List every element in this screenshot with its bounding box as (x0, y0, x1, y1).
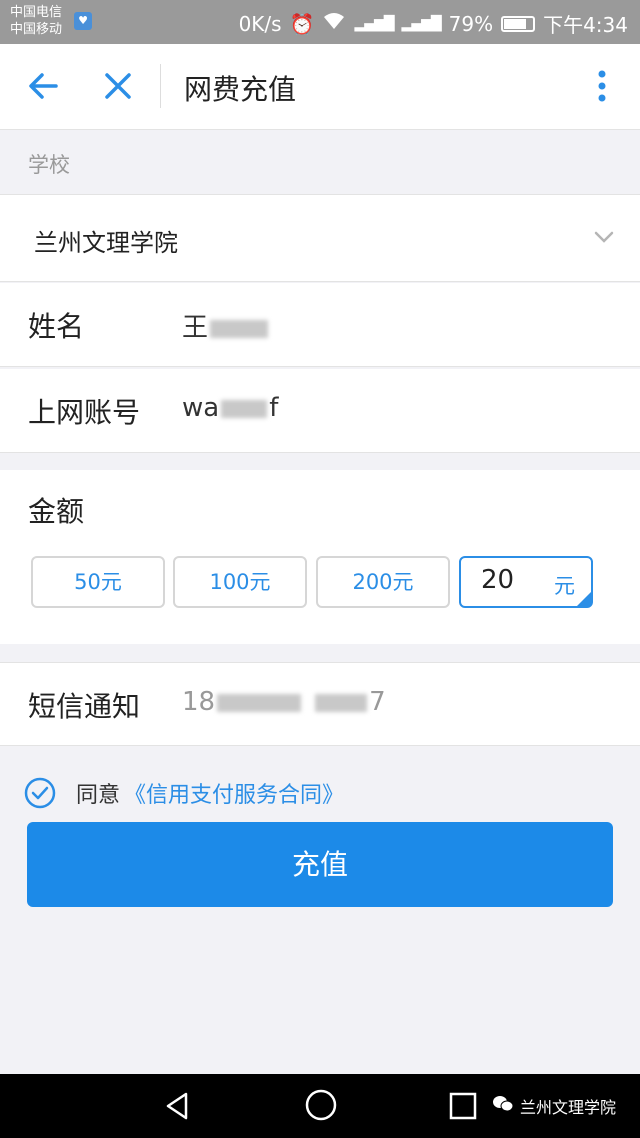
account-row: 上网账号 wa f (0, 369, 640, 453)
agreement-row: 同意 《信用支付服务合同》 (24, 776, 344, 810)
amount-option-50[interactable]: 50元 (31, 556, 165, 608)
chevron-down-icon (592, 225, 616, 249)
signal-icon-2: ▂▄▆█ (401, 15, 442, 32)
amount-label: 金额 (28, 495, 85, 528)
network-speed: 0K/s (238, 11, 282, 36)
name-label: 姓名 (28, 310, 85, 343)
status-right: 0K/s ⏰ ▂▄▆█ ▂▄▆█ 79% 下午4:34 (239, 9, 628, 38)
recharge-button[interactable]: 充值 (27, 822, 613, 907)
amount-card: 金额 50元 100元 200元 元 (0, 470, 640, 644)
sms-suffix: 7 (369, 687, 386, 717)
watermark-text: 兰州文理学院 (520, 1098, 617, 1117)
agreement-text: 同意 (76, 783, 121, 808)
notification-icon: ♥ (74, 12, 92, 30)
page-title: 网费充值 (184, 73, 297, 106)
amount-option-200[interactable]: 200元 (316, 556, 450, 608)
wifi-icon (322, 11, 346, 36)
account-suffix: f (269, 393, 279, 423)
sms-row: 短信通知 18 7 (0, 662, 640, 746)
name-value[interactable]: 王 (182, 307, 270, 344)
wechat-icon (492, 1094, 514, 1118)
nav-back-icon[interactable] (162, 1090, 194, 1122)
signal-icon-1: ▂▄▆█ (354, 15, 394, 32)
sms-value[interactable]: 18 7 (182, 687, 386, 717)
nav-home-icon[interactable] (304, 1088, 338, 1122)
selected-corner-mark (577, 592, 591, 606)
redacted-mask (210, 319, 269, 338)
account-label: 上网账号 (28, 396, 141, 429)
clock: 下午4:34 (543, 13, 628, 37)
alarm-icon: ⏰ (289, 11, 315, 36)
name-row: 姓名 王 (0, 283, 640, 367)
custom-amount-input[interactable] (481, 565, 541, 595)
account-value[interactable]: wa f (182, 393, 278, 423)
nav-recent-icon[interactable] (448, 1091, 478, 1121)
amount-option-100[interactable]: 100元 (173, 556, 307, 608)
school-select[interactable]: 兰州文理学院 (0, 194, 640, 282)
redacted-mask (315, 693, 368, 712)
more-options-icon[interactable] (590, 64, 614, 108)
sms-label: 短信通知 (28, 690, 141, 723)
redacted-mask (221, 399, 268, 418)
custom-amount-unit: 元 (554, 574, 575, 598)
close-icon[interactable] (96, 64, 140, 108)
divider (160, 64, 161, 108)
check-circle-icon[interactable] (24, 777, 56, 809)
sms-prefix: 18 (182, 687, 216, 717)
carrier-labels: 中国电信 中国移动 (10, 4, 62, 38)
carrier-2: 中国移动 (10, 22, 63, 37)
system-nav-bar: 兰州文理学院 (0, 1074, 640, 1138)
agreement-link[interactable]: 《信用支付服务合同》 (124, 777, 344, 809)
carrier-1: 中国电信 (10, 5, 63, 20)
account-prefix: wa (182, 393, 220, 423)
battery-icon (501, 15, 536, 32)
redacted-mask (217, 693, 302, 712)
app-bar: 网费充值 (0, 44, 640, 130)
status-bar: 中国电信 中国移动 ♥ 0K/s ⏰ ▂▄▆█ ▂▄▆█ 79% 下午4:34 (0, 0, 640, 44)
back-arrow-icon[interactable] (22, 64, 66, 108)
school-section-header: 学校 (28, 153, 70, 177)
watermark: 兰州文理学院 (492, 1094, 616, 1118)
name-text: 王 (182, 313, 209, 343)
school-name: 兰州文理学院 (34, 229, 178, 257)
battery-percent: 79% (448, 11, 494, 36)
custom-amount-field[interactable]: 元 (459, 556, 593, 608)
